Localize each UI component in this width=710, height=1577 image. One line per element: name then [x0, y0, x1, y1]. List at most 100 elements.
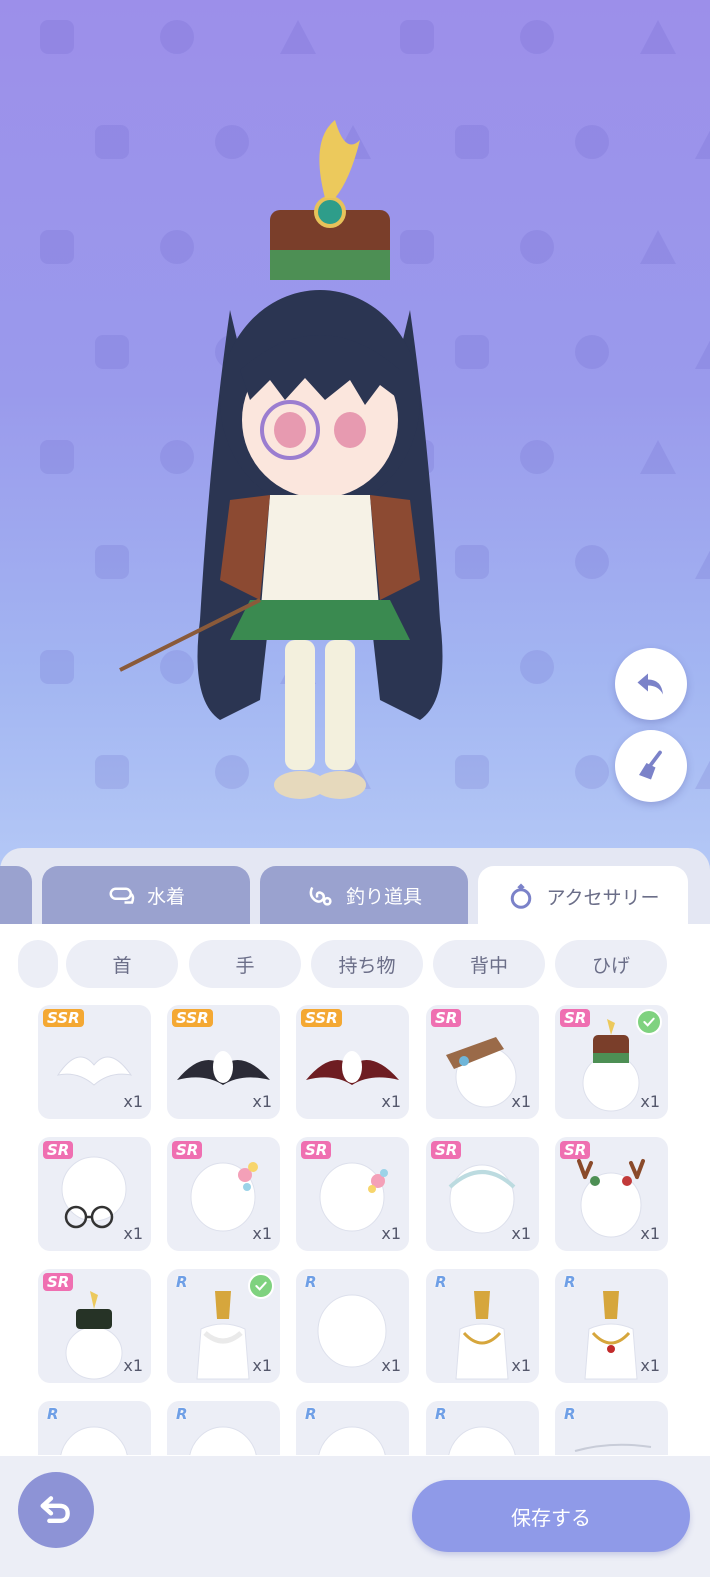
rarity-badge: R — [564, 1273, 576, 1291]
item-card[interactable]: R — [426, 1401, 539, 1455]
tab-accessory-label: アクセサリー — [546, 886, 660, 909]
pattern-item-icon — [575, 545, 609, 579]
rarity-badge: R — [305, 1273, 317, 1291]
character-avatar — [119, 120, 443, 799]
item-card[interactable]: SR x1 — [167, 1137, 280, 1251]
item-card[interactable]: SR x1 — [38, 1137, 151, 1251]
save-button[interactable]: 保存する — [412, 1480, 690, 1552]
rarity-badge: SSR — [43, 1009, 84, 1027]
pattern-item-icon — [160, 20, 194, 54]
pattern-item-icon — [575, 755, 609, 789]
back-arrow-icon — [40, 1496, 70, 1523]
rarity-badge: SR — [560, 1141, 591, 1159]
rarity-badge: R — [305, 1405, 317, 1423]
item-card[interactable]: SR x1 — [555, 1137, 668, 1251]
undo-button[interactable] — [615, 648, 687, 720]
equipped-check-icon — [248, 1273, 274, 1299]
pattern-item-icon — [695, 125, 710, 159]
pattern-item-icon — [575, 335, 609, 369]
pattern-item-icon — [40, 230, 74, 264]
chip-neck[interactable]: 首 — [66, 940, 178, 988]
tab-swimwear-label: 水着 — [146, 885, 185, 908]
item-quantity: x1 — [511, 1356, 531, 1375]
item-card[interactable]: SSR x1 — [167, 1005, 280, 1119]
rarity-badge: R — [564, 1405, 576, 1423]
pattern-item-icon — [40, 650, 74, 684]
item-quantity: x1 — [123, 1356, 143, 1375]
item-card[interactable]: SR x1 — [555, 1005, 668, 1119]
goggles-icon — [109, 887, 135, 904]
clear-button[interactable] — [615, 730, 687, 802]
pattern-item-icon — [695, 335, 710, 369]
pattern-item-icon — [695, 755, 710, 789]
undo-arrow-icon — [637, 673, 663, 695]
item-quantity: x1 — [640, 1356, 660, 1375]
chip-beard[interactable]: ひげ — [555, 940, 667, 988]
rarity-badge: SR — [172, 1141, 203, 1159]
item-quantity: x1 — [381, 1224, 401, 1243]
chip-partial[interactable] — [18, 940, 58, 988]
item-card[interactable]: Rx1 — [296, 1269, 409, 1383]
back-button[interactable] — [18, 1472, 94, 1548]
item-quantity: x1 — [511, 1224, 531, 1243]
item-quantity: x1 — [252, 1224, 272, 1243]
item-card[interactable]: SR x1 — [296, 1137, 409, 1251]
item-quantity: x1 — [123, 1092, 143, 1111]
tab-accessory[interactable]: アクセサリー — [478, 866, 688, 926]
rarity-badge: SSR — [301, 1009, 342, 1027]
pattern-item-icon — [520, 20, 554, 54]
item-quantity: x1 — [252, 1356, 272, 1375]
item-quantity: x1 — [381, 1356, 401, 1375]
tab-partial[interactable] — [0, 866, 32, 924]
pattern-item-icon — [640, 20, 676, 54]
fishing-lure-icon — [309, 886, 332, 906]
rarity-badge: R — [176, 1405, 188, 1423]
subcategory-chips: 首 手 持ち物 背中 ひげ — [0, 940, 710, 990]
pattern-item-icon — [280, 20, 316, 54]
rarity-badge: R — [435, 1273, 447, 1291]
tab-swimwear[interactable]: 水着 — [42, 866, 250, 924]
rarity-badge: R — [435, 1405, 447, 1423]
character-preview — [0, 0, 710, 870]
equipped-check-icon — [636, 1009, 662, 1035]
item-card[interactable]: SSR x1 — [38, 1005, 151, 1119]
pattern-item-icon — [40, 20, 74, 54]
item-quantity: x1 — [123, 1224, 143, 1243]
rarity-badge: R — [176, 1273, 188, 1291]
rarity-badge: R — [47, 1405, 59, 1423]
rarity-badge: SR — [43, 1141, 74, 1159]
rarity-badge: SR — [43, 1273, 74, 1291]
item-card[interactable]: R — [167, 1401, 280, 1455]
item-card[interactable]: R — [555, 1401, 668, 1455]
pattern-item-icon — [695, 545, 710, 579]
chip-held-item[interactable]: 持ち物 — [311, 940, 423, 988]
chip-hand[interactable]: 手 — [189, 940, 301, 988]
item-card[interactable]: Rx1 — [555, 1269, 668, 1383]
item-quantity: x1 — [640, 1224, 660, 1243]
item-quantity: x1 — [381, 1092, 401, 1111]
item-card[interactable]: Rx1 — [426, 1269, 539, 1383]
pattern-item-icon — [40, 440, 74, 474]
item-card[interactable]: SR x1 — [426, 1137, 539, 1251]
pattern-item-icon — [575, 125, 609, 159]
category-tabs: 水着 釣り道具 アクセサリー — [0, 866, 710, 926]
item-card[interactable]: SR x1 — [426, 1005, 539, 1119]
pattern-item-icon — [400, 20, 434, 54]
item-quantity: x1 — [252, 1092, 272, 1111]
chip-back[interactable]: 背中 — [433, 940, 545, 988]
tab-fishing-gear[interactable]: 釣り道具 — [260, 866, 468, 924]
item-card[interactable]: R — [38, 1401, 151, 1455]
item-quantity: x1 — [640, 1092, 660, 1111]
pattern-item-icon — [640, 440, 676, 474]
item-card[interactable]: R — [296, 1401, 409, 1455]
item-card[interactable]: Rx1 — [167, 1269, 280, 1383]
rarity-badge: SR — [560, 1009, 591, 1027]
item-card[interactable]: SSR x1 — [296, 1005, 409, 1119]
item-card[interactable]: SR x1 — [38, 1269, 151, 1383]
rarity-badge: SR — [301, 1141, 332, 1159]
pattern-item-icon — [640, 230, 676, 264]
tab-fishing-gear-label: 釣り道具 — [345, 885, 422, 908]
rarity-badge: SR — [431, 1009, 462, 1027]
broom-icon — [639, 750, 662, 780]
ring-icon — [511, 883, 532, 909]
